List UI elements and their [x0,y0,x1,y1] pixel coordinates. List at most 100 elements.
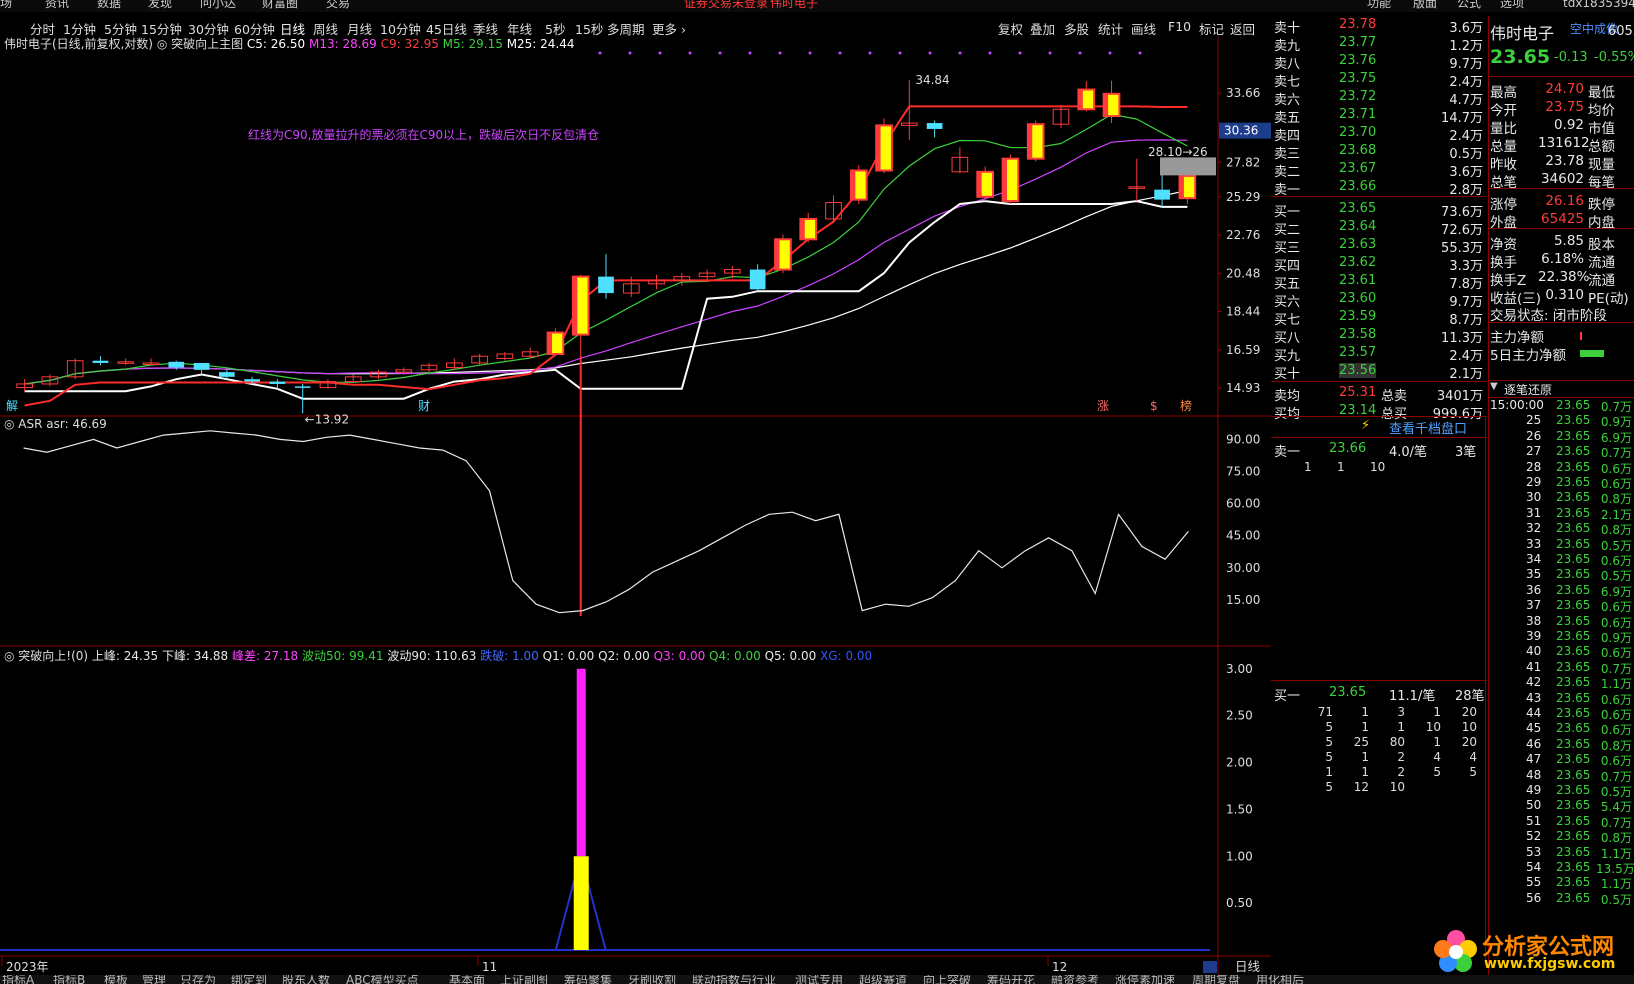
bottom-tab[interactable]: ABC模型买点 [346,975,419,984]
level-price: 23.56 [1339,363,1377,378]
tick-row: 26 23.65 6.9万 [1488,429,1634,445]
top-menu-item[interactable]: 版面 [1413,0,1437,9]
period-label[interactable]: 日线 [1235,959,1261,974]
bid-row[interactable]: 买三 23.63 55.3万 [1271,236,1486,256]
bottom-tab[interactable]: 股东人数 [282,975,330,984]
order-size: 1 [1304,460,1312,474]
top-menu-item[interactable]: 选项 [1500,0,1524,9]
top-menu-item[interactable]: 问小达 [200,0,236,9]
top-menu-item[interactable]: 财富圈 [262,0,298,9]
bid-row[interactable]: 买一 23.65 73.6万 [1271,200,1486,220]
order-size: 4 [1469,750,1477,764]
candle-body-up-edge [1027,124,1033,159]
sell1-detail-row: 卖一 23.66 4.0/笔 3笔 [1271,440,1486,460]
bottom-tab[interactable]: 牙刷收割 [628,975,676,984]
bid-row[interactable]: 买二 23.64 72.6万 [1271,218,1486,238]
ask-row[interactable]: 卖四 23.70 2.4万 [1271,124,1486,144]
scroll-end-button[interactable] [1203,961,1217,973]
tick-price: 23.65 [1556,398,1591,412]
bottom-tab[interactable]: 只存为 [180,975,216,984]
candle-body-down [1154,189,1170,200]
order-size: 1 [1433,735,1441,749]
ask-row[interactable]: 卖五 23.71 14.7万 [1271,106,1486,126]
bottom-tab[interactable]: 周期复盘 [1192,975,1240,984]
event-marker[interactable]: 涨 [1097,398,1109,413]
top-menu-item[interactable]: 资讯 [45,0,69,9]
top-menu-item[interactable]: 功能 [1367,0,1391,9]
tick-row: 45 23.65 0.6万 [1488,721,1634,737]
tick-row: 40 23.65 0.6万 [1488,644,1634,660]
order-size: 5 [1433,765,1441,779]
bottom-tab[interactable]: 筹码聚集 [564,975,612,984]
info-row: 外盘 65425 内盘 [1488,210,1634,231]
ask-row[interactable]: 卖十 23.78 3.6万 [1271,16,1486,36]
bottom-tab[interactable]: 向上突破 [923,975,971,984]
order-size: 5 [1325,750,1333,764]
top-menu-item[interactable]: 交易 [326,0,350,9]
bottom-tab[interactable]: 基本面 [449,975,485,984]
bottom-tab[interactable]: 融资参考 [1051,975,1099,984]
bottom-tab[interactable]: 筹码开花 [987,975,1035,984]
bottom-tab[interactable]: 用化相后 [1256,975,1304,984]
tick-time: 54 [1526,860,1542,874]
candle-body-up-edge [1002,158,1007,202]
event-marker[interactable]: 财 [418,399,430,413]
event-marker[interactable]: 榜 [1180,398,1192,413]
ask-row[interactable]: 卖八 23.76 9.7万 [1271,52,1486,72]
top-menu-item[interactable]: tdx18353940829 [1563,0,1634,9]
bottom-tab[interactable]: 联动指数与行业 [692,975,776,984]
chart-canvas[interactable]: 33.66 30.36 27.82 25.29 22.76 20.48 18.44 16.59… [0,36,1271,984]
top-menu-item[interactable]: 数据 [97,0,121,9]
toolbar-button-5[interactable]: F10 [1168,19,1191,34]
tick-row: 47 23.65 0.6万 [1488,752,1634,768]
ask-row[interactable]: 卖九 23.77 1.2万 [1271,34,1486,54]
dot-marker [658,51,662,55]
collapse-icon[interactable]: ▼ [1490,381,1498,392]
info-value: 24.70 [1545,81,1584,97]
top-menu-item[interactable]: 发现 [148,0,172,9]
tick-time: 34 [1526,552,1542,566]
bid-row[interactable]: 买八 23.58 11.3万 [1271,326,1486,346]
last-price: 23.65 [1490,46,1551,68]
top-menu-item[interactable]: 证券交易未登录 [684,0,768,9]
lightning-icon: ⚡ [1361,418,1371,433]
event-marker[interactable]: 解 [6,399,18,413]
tick-price: 23.65 [1556,490,1591,505]
bottom-tab[interactable]: 涨停素加速 [1115,975,1175,984]
top-menu-item[interactable]: 场 [0,0,12,9]
bottom-tab[interactable]: 超级赛道 [859,975,907,984]
tick-price: 23.65 [1556,567,1591,582]
top-menu-item[interactable]: 伟时电子 [770,0,818,9]
bottom-tab[interactable]: 绑定到 [231,975,267,984]
tick-price: 23.65 [1556,736,1591,751]
sub-field: 波动90: 110.63 [387,649,480,663]
tick-time: 46 [1526,736,1542,751]
bottom-tab[interactable]: 指标A [2,975,34,984]
bid-row[interactable]: 买四 23.62 3.3万 [1271,254,1486,274]
ask-row[interactable]: 卖六 23.72 4.7万 [1271,88,1486,108]
ask-row[interactable]: 卖七 23.75 2.4万 [1271,70,1486,90]
bid-row[interactable]: 买十 23.56 2.1万 [1271,362,1486,382]
candle-body-up-edge [800,218,805,240]
bid-row[interactable]: 买五 23.61 7.8万 [1271,272,1486,292]
tick-price: 23.65 [1556,613,1591,628]
view-1000-levels-button[interactable]: ⚡ 查看千档盘口 [1271,416,1486,438]
bottom-tab[interactable]: 模板 [104,975,128,984]
bid-row[interactable]: 买七 23.59 8.7万 [1271,308,1486,328]
bottom-tabs: 指标A 指标B 模板 管理 只存为 绑定到 股东人数 ABC模型买点 基本面 上证副图 筹码聚集 牙刷… [0,975,1634,984]
bottom-tab[interactable]: 上证副图 [500,975,548,984]
bottom-tab[interactable]: 测试专用 [795,975,843,984]
ask-row[interactable]: 卖一 23.66 2.8万 [1271,178,1486,198]
bid-row[interactable]: 买九 23.57 2.4万 [1271,344,1486,364]
tick-time: 42 [1526,675,1542,690]
ask-row[interactable]: 卖三 23.68 0.5万 [1271,142,1486,162]
bid-row[interactable]: 买六 23.60 9.7万 [1271,290,1486,310]
event-marker[interactable]: $ [1150,399,1158,413]
ask-row[interactable]: 卖二 23.67 3.6万 [1271,160,1486,180]
top-menu-item[interactable]: 公式 [1457,0,1481,9]
order-size: 10 [1370,460,1386,474]
info-value: 23.75 [1545,99,1584,115]
bottom-tab[interactable]: 管理 [142,975,166,984]
bottom-tab[interactable]: 指标B [53,975,85,984]
detail-divider [1271,680,1486,681]
